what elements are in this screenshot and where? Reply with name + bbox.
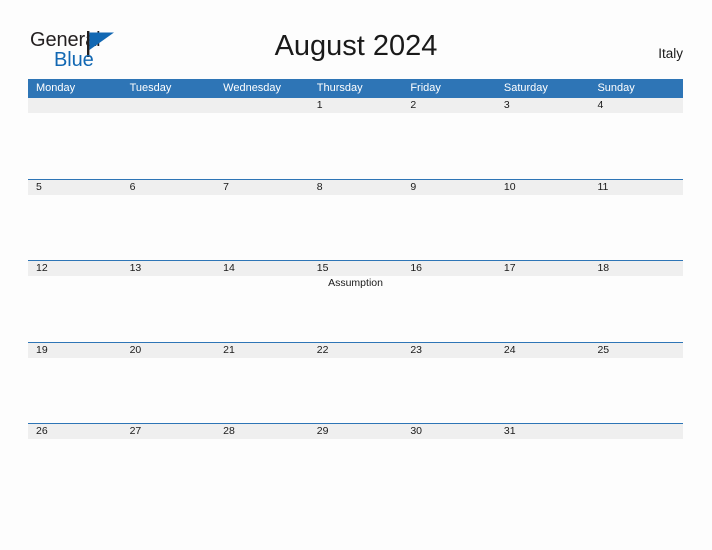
week-row: 1 2 3 4: [28, 97, 683, 179]
weekday-header-wednesday: Wednesday: [223, 82, 282, 94]
day-number[interactable]: 15: [309, 261, 403, 276]
day-number[interactable]: 6: [122, 180, 216, 195]
day-cell[interactable]: [589, 195, 683, 261]
day-cell[interactable]: [215, 113, 309, 179]
day-content-band: [28, 439, 683, 505]
day-content-band: Assumption: [28, 276, 683, 342]
page-header: General Blue August 2024 Italy: [0, 0, 712, 79]
weekday-header-sunday: Sunday: [597, 82, 635, 94]
page-title: August 2024: [274, 30, 438, 62]
day-cell[interactable]: [309, 113, 403, 179]
day-cell[interactable]: [589, 358, 683, 424]
day-cell[interactable]: [28, 195, 122, 261]
day-cell[interactable]: [496, 439, 590, 505]
day-cell[interactable]: [589, 276, 683, 342]
day-number[interactable]: 4: [589, 98, 683, 113]
day-cell[interactable]: [28, 276, 122, 342]
day-number[interactable]: 5: [28, 180, 122, 195]
day-number[interactable]: 20: [122, 343, 216, 358]
day-number[interactable]: 30: [402, 424, 496, 439]
day-cell[interactable]: [402, 439, 496, 505]
day-number[interactable]: 27: [122, 424, 216, 439]
day-cell[interactable]: [122, 113, 216, 179]
day-cell[interactable]: [215, 276, 309, 342]
day-number[interactable]: 26: [28, 424, 122, 439]
day-number[interactable]: 7: [215, 180, 309, 195]
day-number[interactable]: 1: [309, 98, 403, 113]
day-cell[interactable]: [122, 358, 216, 424]
day-content-band: [28, 113, 683, 179]
day-event-label: Assumption: [328, 277, 383, 289]
day-number[interactable]: [28, 98, 122, 113]
week-row: 5 6 7 8 9 10 11: [28, 178, 683, 261]
day-number[interactable]: 24: [496, 343, 590, 358]
day-cell[interactable]: [215, 195, 309, 261]
day-number[interactable]: 25: [589, 343, 683, 358]
day-number[interactable]: 21: [215, 343, 309, 358]
day-number[interactable]: 13: [122, 261, 216, 276]
day-number[interactable]: 28: [215, 424, 309, 439]
weekday-header-monday: Monday: [36, 82, 76, 94]
weekday-header-thursday: Thursday: [316, 82, 363, 94]
day-number[interactable]: 22: [309, 343, 403, 358]
day-cell-assumption[interactable]: Assumption: [309, 276, 403, 342]
day-number[interactable]: 18: [589, 261, 683, 276]
day-cell[interactable]: [402, 276, 496, 342]
day-number[interactable]: 23: [402, 343, 496, 358]
date-number-band: 26 27 28 29 30 31: [28, 424, 683, 439]
week-row: 12 13 14 15 16 17 18 Assumption: [28, 260, 683, 342]
day-cell[interactable]: [496, 276, 590, 342]
week-row: 26 27 28 29 30 31: [28, 423, 683, 505]
day-cell[interactable]: [589, 439, 683, 505]
locale-label: Italy: [658, 46, 683, 61]
week-row: 19 20 21 22 23 24 25: [28, 341, 683, 424]
day-number[interactable]: 17: [496, 261, 590, 276]
day-number[interactable]: 3: [496, 98, 590, 113]
day-cell[interactable]: [28, 439, 122, 505]
day-number[interactable]: [215, 98, 309, 113]
day-cell[interactable]: [402, 358, 496, 424]
day-cell[interactable]: [122, 276, 216, 342]
day-number[interactable]: 11: [589, 180, 683, 195]
day-number[interactable]: 12: [28, 261, 122, 276]
day-cell[interactable]: [215, 439, 309, 505]
calendar-grid: Monday Tuesday Wednesday Thursday Friday…: [28, 79, 683, 505]
day-number[interactable]: [122, 98, 216, 113]
day-number[interactable]: 16: [402, 261, 496, 276]
day-cell[interactable]: [309, 439, 403, 505]
day-cell[interactable]: [309, 195, 403, 261]
day-cell[interactable]: [496, 195, 590, 261]
day-cell[interactable]: [122, 439, 216, 505]
day-number[interactable]: [589, 424, 683, 439]
date-number-band: 1 2 3 4: [28, 98, 683, 113]
weekday-header-tuesday: Tuesday: [129, 82, 172, 94]
day-cell[interactable]: [496, 113, 590, 179]
day-number[interactable]: 9: [402, 180, 496, 195]
weekday-header-saturday: Saturday: [503, 82, 548, 94]
day-cell[interactable]: [402, 113, 496, 179]
date-number-band: 12 13 14 15 16 17 18: [28, 261, 683, 276]
day-cell[interactable]: [589, 113, 683, 179]
day-content-band: [28, 357, 683, 424]
day-content-band: [28, 194, 683, 261]
day-number[interactable]: 29: [309, 424, 403, 439]
day-cell[interactable]: [28, 113, 122, 179]
day-cell[interactable]: [215, 358, 309, 424]
day-number[interactable]: 31: [496, 424, 590, 439]
day-number[interactable]: 2: [402, 98, 496, 113]
day-cell[interactable]: [122, 195, 216, 261]
day-cell[interactable]: [496, 358, 590, 424]
date-number-band: 19 20 21 22 23 24 25: [28, 342, 683, 358]
day-number[interactable]: 19: [28, 343, 122, 358]
day-number[interactable]: 8: [309, 180, 403, 195]
day-number[interactable]: 10: [496, 180, 590, 195]
weekday-header-row: Monday Tuesday Wednesday Thursday Friday…: [28, 79, 683, 97]
day-cell[interactable]: [309, 358, 403, 424]
day-cell[interactable]: [402, 195, 496, 261]
weekday-header-friday: Friday: [410, 82, 441, 94]
date-number-band: 5 6 7 8 9 10 11: [28, 179, 683, 195]
day-cell[interactable]: [28, 358, 122, 424]
day-number[interactable]: 14: [215, 261, 309, 276]
